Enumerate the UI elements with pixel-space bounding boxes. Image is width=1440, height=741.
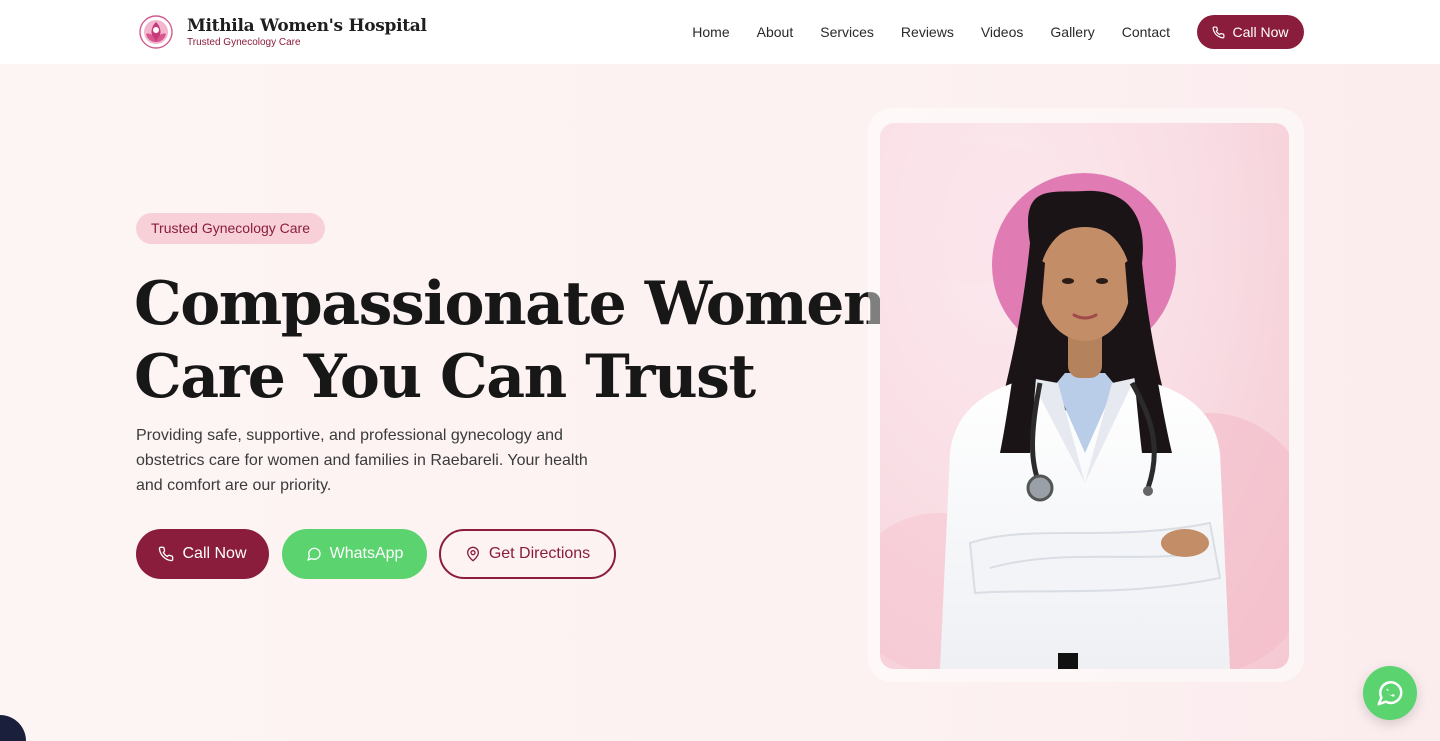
hero-get-directions-label: Get Directions	[488, 545, 591, 562]
hero-badge: Trusted Gynecology Care	[136, 213, 325, 244]
doctor-image	[880, 123, 1289, 669]
hero-headline: Compassionate Women's Care You Can Trust	[134, 268, 936, 414]
hero-headline-line2: Care You Can Trust	[134, 342, 756, 412]
map-pin-icon	[466, 546, 479, 562]
nav-gallery[interactable]: Gallery	[1050, 0, 1094, 64]
hero-headline-line1: Compassionate Women's	[134, 269, 936, 339]
lotus-logo-icon	[139, 15, 173, 49]
nav-home[interactable]: Home	[692, 0, 729, 64]
nav-videos[interactable]: Videos	[981, 0, 1024, 64]
hero-whatsapp-label: WhatsApp	[329, 545, 404, 562]
hero-get-directions-button[interactable]: Get Directions	[439, 529, 616, 579]
brand-name: Mithila Women's Hospital	[187, 16, 427, 36]
nav-reviews[interactable]: Reviews	[901, 0, 954, 64]
main-nav: Home About Services Reviews Videos Galle…	[692, 0, 1304, 64]
nav-about[interactable]: About	[757, 0, 794, 64]
hero-subtext: Providing safe, supportive, and professi…	[136, 427, 588, 494]
phone-icon	[159, 546, 174, 562]
nav-contact[interactable]: Contact	[1122, 0, 1170, 64]
doctor-illustration	[880, 143, 1289, 669]
hero-call-now-label: Call Now	[182, 545, 247, 562]
whatsapp-icon	[306, 547, 321, 561]
hero-whatsapp-button[interactable]: WhatsApp	[282, 529, 427, 579]
header-call-now-label: Call Now	[1232, 24, 1289, 40]
phone-icon	[1213, 25, 1225, 38]
nav-services[interactable]: Services	[820, 0, 874, 64]
brand[interactable]: Mithila Women's Hospital Trusted Gynecol…	[136, 14, 427, 50]
whatsapp-icon	[1377, 681, 1403, 706]
brand-tagline: Trusted Gynecology Care	[187, 37, 301, 48]
floating-whatsapp-button[interactable]	[1363, 666, 1417, 720]
site-header: Mithila Women's Hospital Trusted Gynecol…	[0, 0, 1440, 64]
hero-call-now-button[interactable]: Call Now	[136, 529, 269, 579]
header-call-now-button[interactable]: Call Now	[1197, 15, 1304, 49]
